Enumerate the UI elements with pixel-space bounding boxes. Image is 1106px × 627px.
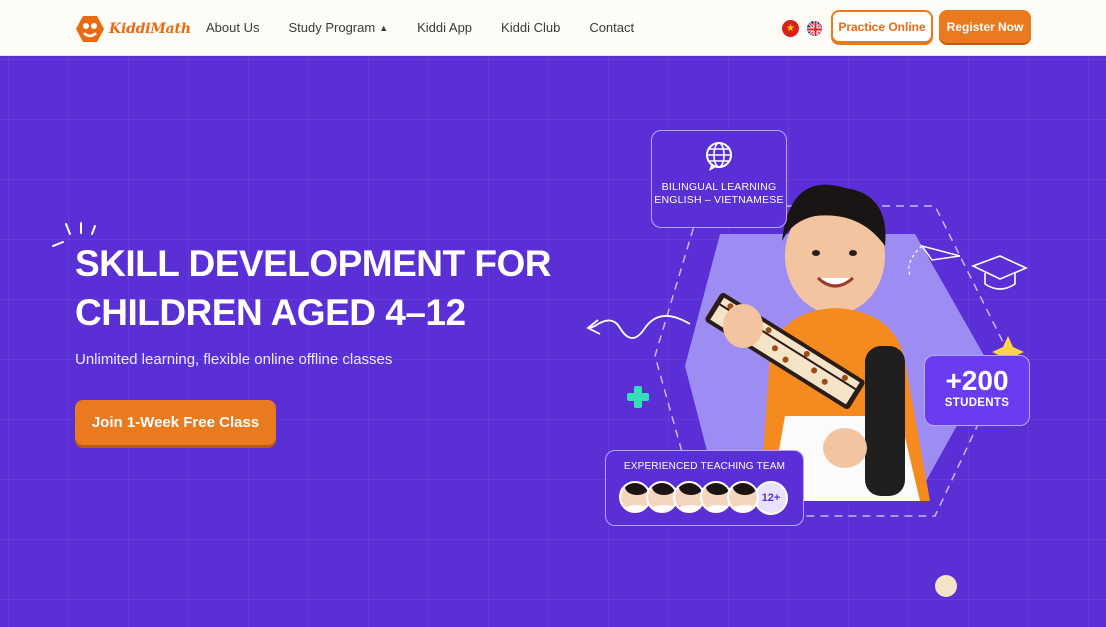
bilingual-label: BILINGUAL LEARNING ENGLISH – VIETNAMESE [654,181,784,206]
plus-icon [627,386,649,408]
globe-chat-icon [706,142,732,171]
vn-flag-icon[interactable]: ★ [782,20,799,37]
teacher-avatars: 12+ [619,481,788,515]
hero-title: SKILL DEVELOPMENT FOR CHILDREN AGED 4–12 [75,243,552,333]
nav-label: Contact [589,20,635,35]
avatar [727,481,759,513]
main-nav: About Us Study Program ▲ Kiddi App Kiddi … [206,20,663,35]
practice-online-button[interactable]: Practice Online [831,10,933,43]
students-card: +200 STUDENTS [924,355,1030,426]
nav-label: Study Program [288,20,376,35]
more-teachers-badge: 12+ [754,481,788,515]
uk-flag-icon[interactable] [806,20,823,37]
teaching-team-label: EXPERIENCED TEACHING TEAM [623,461,786,472]
students-count: +200 [945,365,1009,396]
nav-label: Kiddi App [417,20,473,35]
nav-about-us[interactable]: About Us [206,20,259,35]
teaching-team-card: EXPERIENCED TEACHING TEAM 12+ [605,450,804,526]
site-header: KiddiMath About Us Study Program ▲ Kiddi … [0,0,1106,56]
bilingual-card: BILINGUAL LEARNING ENGLISH – VIETNAMESE [651,130,787,228]
hero-subtitle: Unlimited learning, flexible online offl… [75,351,393,368]
kiddimath-logo-icon [76,16,104,42]
nav-kiddi-app[interactable]: Kiddi App [417,20,472,35]
nav-kiddi-club[interactable]: Kiddi Club [501,20,560,35]
register-now-button[interactable]: Register Now [939,10,1031,43]
logo[interactable]: KiddiMath [75,14,191,44]
join-free-class-button[interactable]: Join 1-Week Free Class [75,400,276,445]
nav-label: About Us [206,20,260,35]
hero-illustration: BILINGUAL LEARNING ENGLISH – VIETNAMESE … [560,116,1080,616]
nav-label: Kiddi Club [501,20,561,35]
students-label: STUDENTS [944,397,1010,409]
hero-section: SKILL DEVELOPMENT FOR CHILDREN AGED 4–12… [0,56,1106,627]
caret-up-icon: ▲ [379,22,389,33]
logo-text: KiddiMath [109,21,191,37]
nav-contact[interactable]: Contact [589,20,634,35]
nav-study-program[interactable]: Study Program ▲ [288,20,388,35]
